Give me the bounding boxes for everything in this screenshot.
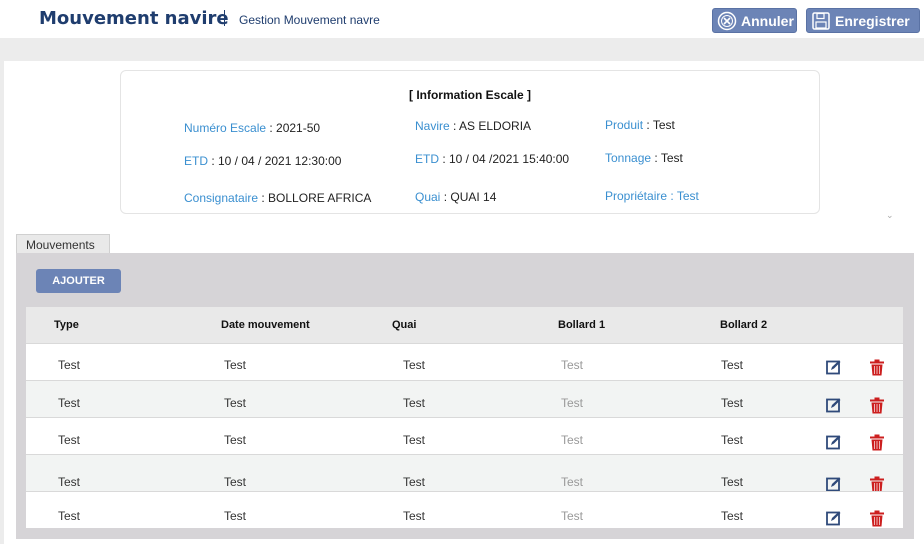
top-bar: Mouvement navire Gestion Mouvement navre… xyxy=(0,0,924,38)
info-card-title: [ Information Escale ] xyxy=(408,88,532,102)
produit-value: : Test xyxy=(643,118,675,132)
quai-value: : QUAI 14 xyxy=(440,190,497,204)
cell-quai: Test xyxy=(403,358,426,372)
column-header-bollard-1: Bollard 1 xyxy=(558,319,606,331)
column-header-quai: Quai xyxy=(392,319,417,331)
cell-quai: Test xyxy=(403,509,426,523)
cell-type: Test xyxy=(58,358,81,372)
tonnage-label: Tonnage xyxy=(605,151,652,165)
consignataire-label: Consignataire xyxy=(184,191,259,205)
navire-label: Navire xyxy=(415,119,450,133)
table-row: Test Test Test Test Test xyxy=(26,454,903,493)
cell-bollard-1: Test xyxy=(561,433,584,447)
table-row: Test Test Test Test Test xyxy=(26,491,903,528)
etd-value-1: : 10 / 04 / 2021 12:30:00 xyxy=(208,154,342,168)
chevron-down-icon[interactable]: ⌄ xyxy=(886,210,894,221)
numero-escale-field: Numéro Escale : 2021-50 xyxy=(184,121,320,135)
cell-date: Test xyxy=(224,475,247,489)
cell-date: Test xyxy=(224,358,247,372)
cancel-button[interactable]: Annuler xyxy=(712,8,797,33)
cell-date: Test xyxy=(224,509,247,523)
cell-bollard-2: Test xyxy=(721,396,744,410)
save-button[interactable]: Enregistrer xyxy=(806,8,920,33)
cell-type: Test xyxy=(58,475,81,489)
trash-icon[interactable] xyxy=(869,434,885,451)
navire-value: : AS ELDORIA xyxy=(449,119,532,133)
proprietaire-field: Propriétaire : Test xyxy=(605,189,699,203)
trash-icon[interactable] xyxy=(869,476,885,493)
cell-bollard-2: Test xyxy=(721,475,744,489)
edit-icon[interactable] xyxy=(826,510,842,526)
page-title: Mouvement navire xyxy=(39,8,229,29)
cell-bollard-1: Test xyxy=(561,358,584,372)
navire-field: Navire : AS ELDORIA xyxy=(415,119,531,133)
proprietaire-label: Propriétaire : Test xyxy=(605,189,699,203)
etd-field-1: ETD : 10 / 04 / 2021 12:30:00 xyxy=(184,154,341,168)
trash-icon[interactable] xyxy=(869,359,885,376)
edit-icon[interactable] xyxy=(826,397,842,413)
etd-field-2: ETD : 10 / 04 /2021 15:40:00 xyxy=(415,152,569,166)
edit-icon[interactable] xyxy=(826,434,842,450)
tab-mouvements[interactable]: Mouvements xyxy=(16,234,110,254)
table-row: Test Test Test Test Test xyxy=(26,417,903,454)
table-row: Test Test Test Test Test xyxy=(26,343,903,380)
tonnage-field: Tonnage : Test xyxy=(605,151,683,165)
cell-date: Test xyxy=(224,433,247,447)
etd-value-2: : 10 / 04 /2021 15:40:00 xyxy=(439,152,570,166)
cell-type: Test xyxy=(58,509,81,523)
table-header: Type Date mouvement Quai Bollard 1 Bolla… xyxy=(26,307,903,343)
add-button[interactable]: AJOUTER xyxy=(36,269,121,293)
edit-icon[interactable] xyxy=(826,476,842,492)
table-row: Test Test Test Test Test xyxy=(26,380,903,417)
tonnage-value: : Test xyxy=(651,151,683,165)
produit-field: Produit : Test xyxy=(605,118,675,132)
column-header-date: Date mouvement xyxy=(221,319,310,331)
numero-escale-value: : 2021-50 xyxy=(266,121,321,135)
floppy-disk-icon xyxy=(812,11,830,30)
title-separator xyxy=(224,10,225,26)
mouvements-table: Type Date mouvement Quai Bollard 1 Bolla… xyxy=(26,307,903,528)
etd-label-2: ETD xyxy=(415,152,439,166)
column-header-bollard-2: Bollard 2 xyxy=(720,319,768,331)
save-button-label: Enregistrer xyxy=(835,12,910,29)
cell-bollard-2: Test xyxy=(721,358,744,372)
cell-bollard-1: Test xyxy=(561,475,584,489)
trash-icon[interactable] xyxy=(869,510,885,527)
cell-bollard-2: Test xyxy=(721,509,744,523)
cell-bollard-1: Test xyxy=(561,509,584,523)
cancel-circle-icon xyxy=(717,11,737,30)
trash-icon[interactable] xyxy=(869,397,885,414)
edit-icon[interactable] xyxy=(826,359,842,375)
cell-date: Test xyxy=(224,396,247,410)
numero-escale-label: Numéro Escale xyxy=(184,121,267,135)
column-header-type: Type xyxy=(54,319,79,331)
quai-field: Quai : QUAI 14 xyxy=(415,190,496,204)
cancel-button-label: Annuler xyxy=(741,12,794,29)
consignataire-field: Consignataire : BOLLORE AFRICA xyxy=(184,191,371,205)
cell-bollard-2: Test xyxy=(721,433,744,447)
table-body: Test Test Test Test Test Test Test Test … xyxy=(26,343,903,528)
etd-label-1: ETD xyxy=(184,154,208,168)
cell-quai: Test xyxy=(403,475,426,489)
quai-label: Quai xyxy=(415,190,441,204)
consignataire-value: : BOLLORE AFRICA xyxy=(258,191,372,205)
page-subtitle: Gestion Mouvement navre xyxy=(239,13,380,27)
cell-quai: Test xyxy=(403,396,426,410)
cell-quai: Test xyxy=(403,433,426,447)
cell-bollard-1: Test xyxy=(561,396,584,410)
produit-label: Produit xyxy=(605,118,644,132)
cell-type: Test xyxy=(58,396,81,410)
cell-type: Test xyxy=(58,433,81,447)
